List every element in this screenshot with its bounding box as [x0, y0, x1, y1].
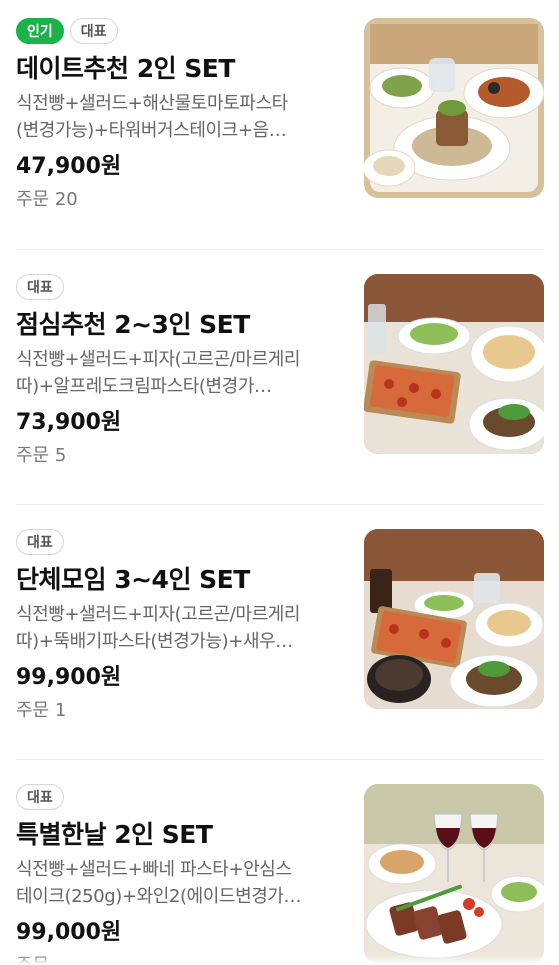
- menu-item[interactable]: 대표 특별한날 2인 SET 식전빵+샐러드+빠네 파스타+안심스 테이크(25…: [16, 784, 544, 965]
- order-count: 주문 20: [16, 189, 78, 210]
- description-line: (변경가능)+타워버거스테이크+음…: [16, 120, 287, 141]
- menu-price: 99,900원: [16, 665, 122, 690]
- group-set-food-photo: [364, 529, 544, 709]
- badge-group: 인기 대표: [16, 18, 346, 44]
- menu-title: 특별한날 2인 SET: [16, 820, 213, 849]
- menu-item-info: 대표 단체모임 3~4인 SET 식전빵+샐러드+피자(고르곤/마르게리 따)+…: [16, 529, 346, 723]
- badge-group: 대표: [16, 529, 346, 555]
- menu-description: 식전빵+샐러드+피자(고르곤/마르게리 따)+알프레도크림파스타(변경가…: [16, 346, 346, 400]
- description-line: 식전빵+샐러드+해산물토마토파스타: [16, 93, 288, 114]
- description-line: 식전빵+샐러드+빠네 파스타+안심스: [16, 859, 292, 880]
- representative-badge: 대표: [16, 529, 64, 555]
- menu-photo[interactable]: [364, 529, 544, 709]
- special-day-set-food-photo: [364, 784, 544, 964]
- lunch-set-food-photo: [364, 274, 544, 454]
- menu-title: 단체모임 3~4인 SET: [16, 565, 250, 594]
- menu-description: 식전빵+샐러드+해산물토마토파스타 (변경가능)+타워버거스테이크+음…: [16, 90, 346, 144]
- description-line: 식전빵+샐러드+피자(고르곤/마르게리: [16, 349, 301, 370]
- menu-title: 점심추천 2~3인 SET: [16, 310, 250, 339]
- description-line: 식전빵+샐러드+피자(고르곤/마르게리: [16, 604, 301, 625]
- item-divider: [16, 249, 544, 250]
- order-count: 주문 1: [16, 700, 67, 721]
- menu-item[interactable]: 대표 점심추천 2~3인 SET 식전빵+샐러드+피자(고르곤/마르게리 따)+…: [16, 274, 544, 494]
- representative-badge: 대표: [16, 274, 64, 300]
- description-line: 따)+뚝배기파스타(변경가능)+새우…: [16, 631, 293, 652]
- menu-title: 데이트추천 2인 SET: [16, 54, 235, 83]
- description-line: 테이크(250g)+와인2(에이드변경가…: [16, 886, 302, 907]
- menu-price: 73,900원: [16, 410, 122, 435]
- menu-price: 47,900원: [16, 154, 122, 179]
- menu-description: 식전빵+샐러드+피자(고르곤/마르게리 따)+뚝배기파스타(변경가능)+새우…: [16, 601, 346, 655]
- item-divider: [16, 504, 544, 505]
- menu-item-info: 인기 대표 데이트추천 2인 SET 식전빵+샐러드+해산물토마토파스타 (변경…: [16, 18, 346, 212]
- representative-badge: 대표: [69, 18, 118, 44]
- menu-item[interactable]: 인기 대표 데이트추천 2인 SET 식전빵+샐러드+해산물토마토파스타 (변경…: [16, 18, 544, 238]
- menu-photo[interactable]: [364, 784, 544, 964]
- menu-photo[interactable]: [364, 274, 544, 454]
- order-count: 주문 5: [16, 445, 67, 466]
- scroll-fade: [0, 955, 559, 965]
- badge-group: 대표: [16, 784, 346, 810]
- date-set-food-photo: [364, 18, 544, 198]
- representative-badge: 대표: [16, 784, 64, 810]
- item-divider: [16, 759, 544, 760]
- description-line: 따)+알프레도크림파스타(변경가…: [16, 376, 272, 397]
- popular-badge: 인기: [16, 18, 64, 44]
- badge-group: 대표: [16, 274, 346, 300]
- menu-item-info: 대표 점심추천 2~3인 SET 식전빵+샐러드+피자(고르곤/마르게리 따)+…: [16, 274, 346, 468]
- menu-photo[interactable]: [364, 18, 544, 198]
- menu-price: 99,000원: [16, 920, 122, 945]
- menu-description: 식전빵+샐러드+빠네 파스타+안심스 테이크(250g)+와인2(에이드변경가…: [16, 856, 346, 910]
- menu-item-info: 대표 특별한날 2인 SET 식전빵+샐러드+빠네 파스타+안심스 테이크(25…: [16, 784, 346, 965]
- menu-item[interactable]: 대표 단체모임 3~4인 SET 식전빵+샐러드+피자(고르곤/마르게리 따)+…: [16, 529, 544, 749]
